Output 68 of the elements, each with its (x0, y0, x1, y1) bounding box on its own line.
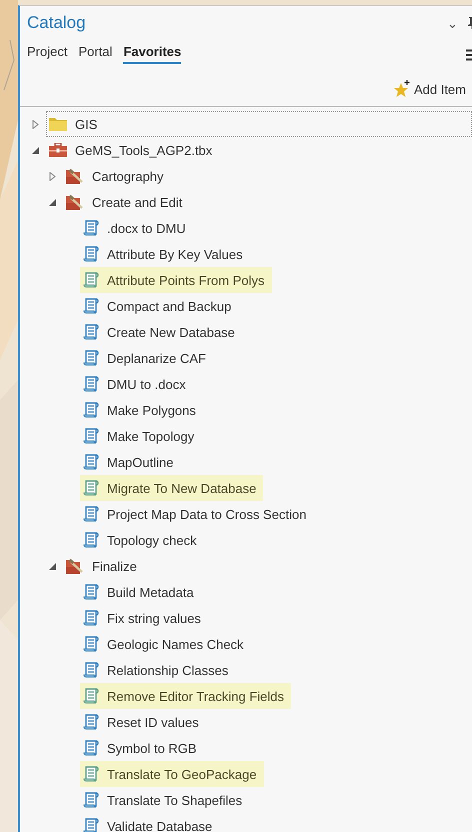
script-icon (83, 532, 99, 548)
script-icon (83, 324, 99, 340)
tree-item[interactable]: Symbol to RGB (80, 735, 204, 761)
tree-item[interactable]: .docx to DMU (80, 215, 193, 241)
script-icon (83, 480, 99, 496)
tree-item[interactable]: Migrate To New Database (80, 475, 264, 501)
tree-item[interactable]: MapOutline (80, 449, 180, 475)
collapse-button[interactable]: ⌄ (447, 16, 458, 30)
script-icon (83, 792, 99, 808)
folder-icon (49, 117, 67, 131)
script-icon (83, 714, 99, 730)
script-icon (83, 506, 99, 522)
tree-item[interactable]: GeMS_Tools_AGP2.tbx (46, 137, 220, 163)
tree-item[interactable]: Reset ID values (80, 709, 206, 735)
tree-item[interactable]: Validate Database (80, 813, 220, 832)
collapsed-arrow-icon[interactable] (32, 120, 39, 128)
tab[interactable]: Project (27, 40, 68, 64)
tree-item[interactable]: Topology check (80, 527, 204, 553)
tree-item[interactable]: Compact and Backup (80, 293, 238, 319)
tree-item[interactable]: Attribute By Key Values (80, 241, 250, 267)
script-icon (83, 376, 99, 392)
collapsed-arrow-icon[interactable] (49, 172, 56, 180)
script-icon (83, 766, 99, 782)
tree-item[interactable]: Translate To GeoPackage (80, 761, 264, 787)
script-icon (83, 402, 99, 418)
tree-item[interactable]: Finalize (63, 553, 144, 579)
script-icon (83, 662, 99, 678)
script-icon (83, 636, 99, 652)
tree-item[interactable]: Cartography (63, 163, 171, 189)
expanded-arrow-icon[interactable] (49, 562, 56, 570)
tree-item[interactable]: Create and Edit (63, 189, 190, 215)
toolset-icon (66, 194, 84, 210)
script-icon (83, 428, 99, 444)
script-icon (83, 298, 99, 314)
script-icon (83, 610, 99, 626)
script-icon (83, 740, 99, 756)
tree-item[interactable]: DMU to .docx (80, 371, 193, 397)
tree-item[interactable]: Relationship Classes (80, 657, 236, 683)
tree-item[interactable]: Deplanarize CAF (80, 345, 213, 371)
tree-item[interactable]: Create New Database (80, 319, 242, 345)
tree-item[interactable]: GIS (46, 111, 472, 137)
script-icon (83, 350, 99, 366)
script-icon (83, 454, 99, 470)
script-icon (83, 688, 99, 704)
tree-item[interactable]: Project Map Data to Cross Section (80, 501, 314, 527)
script-icon (83, 272, 99, 288)
tab[interactable]: Portal (78, 40, 112, 64)
tree-item[interactable]: Remove Editor Tracking Fields (80, 683, 292, 709)
star-plus-icon (392, 80, 412, 98)
script-icon (83, 220, 99, 236)
tree-item[interactable]: Build Metadata (80, 579, 201, 605)
tree-item[interactable]: Make Polygons (80, 397, 203, 423)
script-icon (83, 584, 99, 600)
toolbox-icon (49, 143, 67, 157)
tab[interactable]: Favorites (123, 40, 182, 64)
script-icon (83, 246, 99, 262)
expanded-arrow-icon[interactable] (32, 146, 39, 154)
tree-item[interactable]: Translate To Shapefiles (80, 787, 250, 813)
menu-icon[interactable] (466, 49, 472, 61)
expanded-arrow-icon[interactable] (49, 198, 56, 206)
tree-item[interactable]: Attribute Points From Polys (80, 267, 272, 293)
tree-item[interactable]: Fix string values (80, 605, 208, 631)
tree-item[interactable]: Geologic Names Check (80, 631, 251, 657)
add-item-button[interactable]: Add Item (392, 80, 466, 98)
toolset-icon (66, 168, 84, 184)
toolset-icon (66, 558, 84, 574)
tree-item[interactable]: Make Topology (80, 423, 202, 449)
panel-title: Catalog (27, 13, 87, 33)
